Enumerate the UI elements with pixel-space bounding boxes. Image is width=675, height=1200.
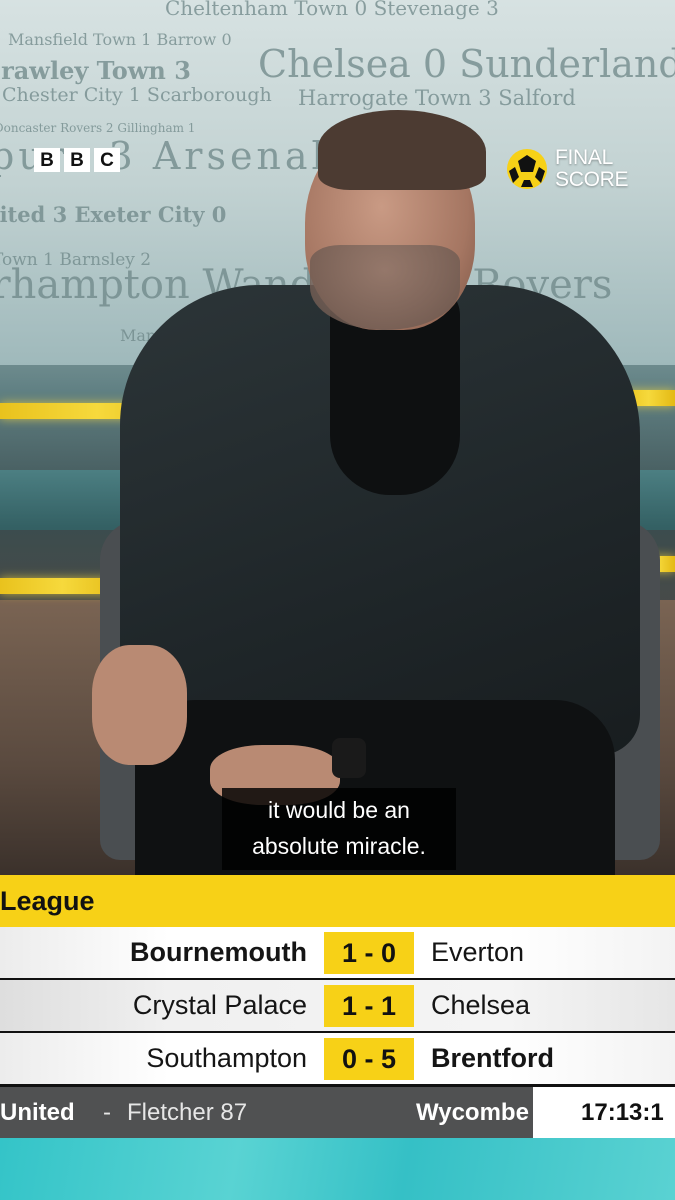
bottom-brand-strip xyxy=(0,1138,675,1200)
clock-time: 17:13:1 xyxy=(581,1099,664,1126)
match-score: 0 - 5 xyxy=(324,1038,414,1080)
presenter-left-hand xyxy=(92,645,187,765)
broadcast-clock: 17:13:1 xyxy=(533,1087,675,1138)
home-team: Bournemouth xyxy=(130,937,307,967)
video-wall-line: Chester City 1 Scarborough xyxy=(2,84,272,106)
score-row: Southampton 0 - 5 Brentford xyxy=(0,1033,675,1084)
score-row: Crystal Palace 1 - 1 Chelsea xyxy=(0,980,675,1031)
away-team: Brentford xyxy=(431,1043,554,1073)
video-wall-line: Crawley Town 3 xyxy=(0,56,191,85)
score-row: Bournemouth 1 - 0 Everton xyxy=(0,927,675,978)
match-score: 1 - 0 xyxy=(324,932,414,974)
video-wall-line: Harrogate Town 3 Salford xyxy=(298,86,576,110)
home-team: Crystal Palace xyxy=(132,990,307,1020)
ticker-next-team: Wycombe xyxy=(416,1099,529,1126)
ticker-team: United xyxy=(0,1099,75,1126)
video-wall-line: Cheltenham Town 0 Stevenage 3 xyxy=(165,0,499,20)
closed-caption: it would be an absolute miracle. xyxy=(222,788,456,870)
video-wall-line: United 3 Exeter City 0 xyxy=(0,202,227,227)
caption-line: it would be an xyxy=(268,797,410,823)
final-score-wordmark: FINAL SCORE xyxy=(555,147,628,191)
bbc-logo-letter: C xyxy=(94,148,120,172)
presenter-hair xyxy=(318,110,486,190)
ticker-separator: - xyxy=(103,1099,111,1126)
caption-line: absolute miracle. xyxy=(252,833,426,859)
final-score-logo: FINAL SCORE xyxy=(505,147,628,191)
home-team: Southampton xyxy=(146,1043,307,1073)
football-icon xyxy=(507,149,547,189)
presenter-beard xyxy=(310,245,460,330)
bbc-logo: B B C xyxy=(34,148,120,172)
league-header: League xyxy=(0,875,675,927)
presenter-watch xyxy=(332,738,366,778)
video-wall-line: Mansfield Town 1 Barrow 0 xyxy=(8,30,232,49)
away-team: Chelsea xyxy=(431,990,531,1020)
bbc-logo-letter: B xyxy=(34,148,60,172)
league-title: League xyxy=(0,885,95,916)
video-wall-line: Doncaster Rovers 2 Gillingham 1 xyxy=(0,121,196,135)
bbc-logo-letter: B xyxy=(64,148,90,172)
match-score: 1 - 1 xyxy=(324,985,414,1027)
video-wall-line: Chelsea 0 Sunderland xyxy=(258,42,675,86)
final-score-line1: FINAL xyxy=(555,146,614,169)
final-score-line2: SCORE xyxy=(555,168,629,191)
away-team: Everton xyxy=(431,937,525,967)
ticker-goalscorer: Fletcher 87 xyxy=(127,1099,248,1126)
studio-background: Cheltenham Town 0 Stevenage 3 Mansfield … xyxy=(0,0,675,875)
